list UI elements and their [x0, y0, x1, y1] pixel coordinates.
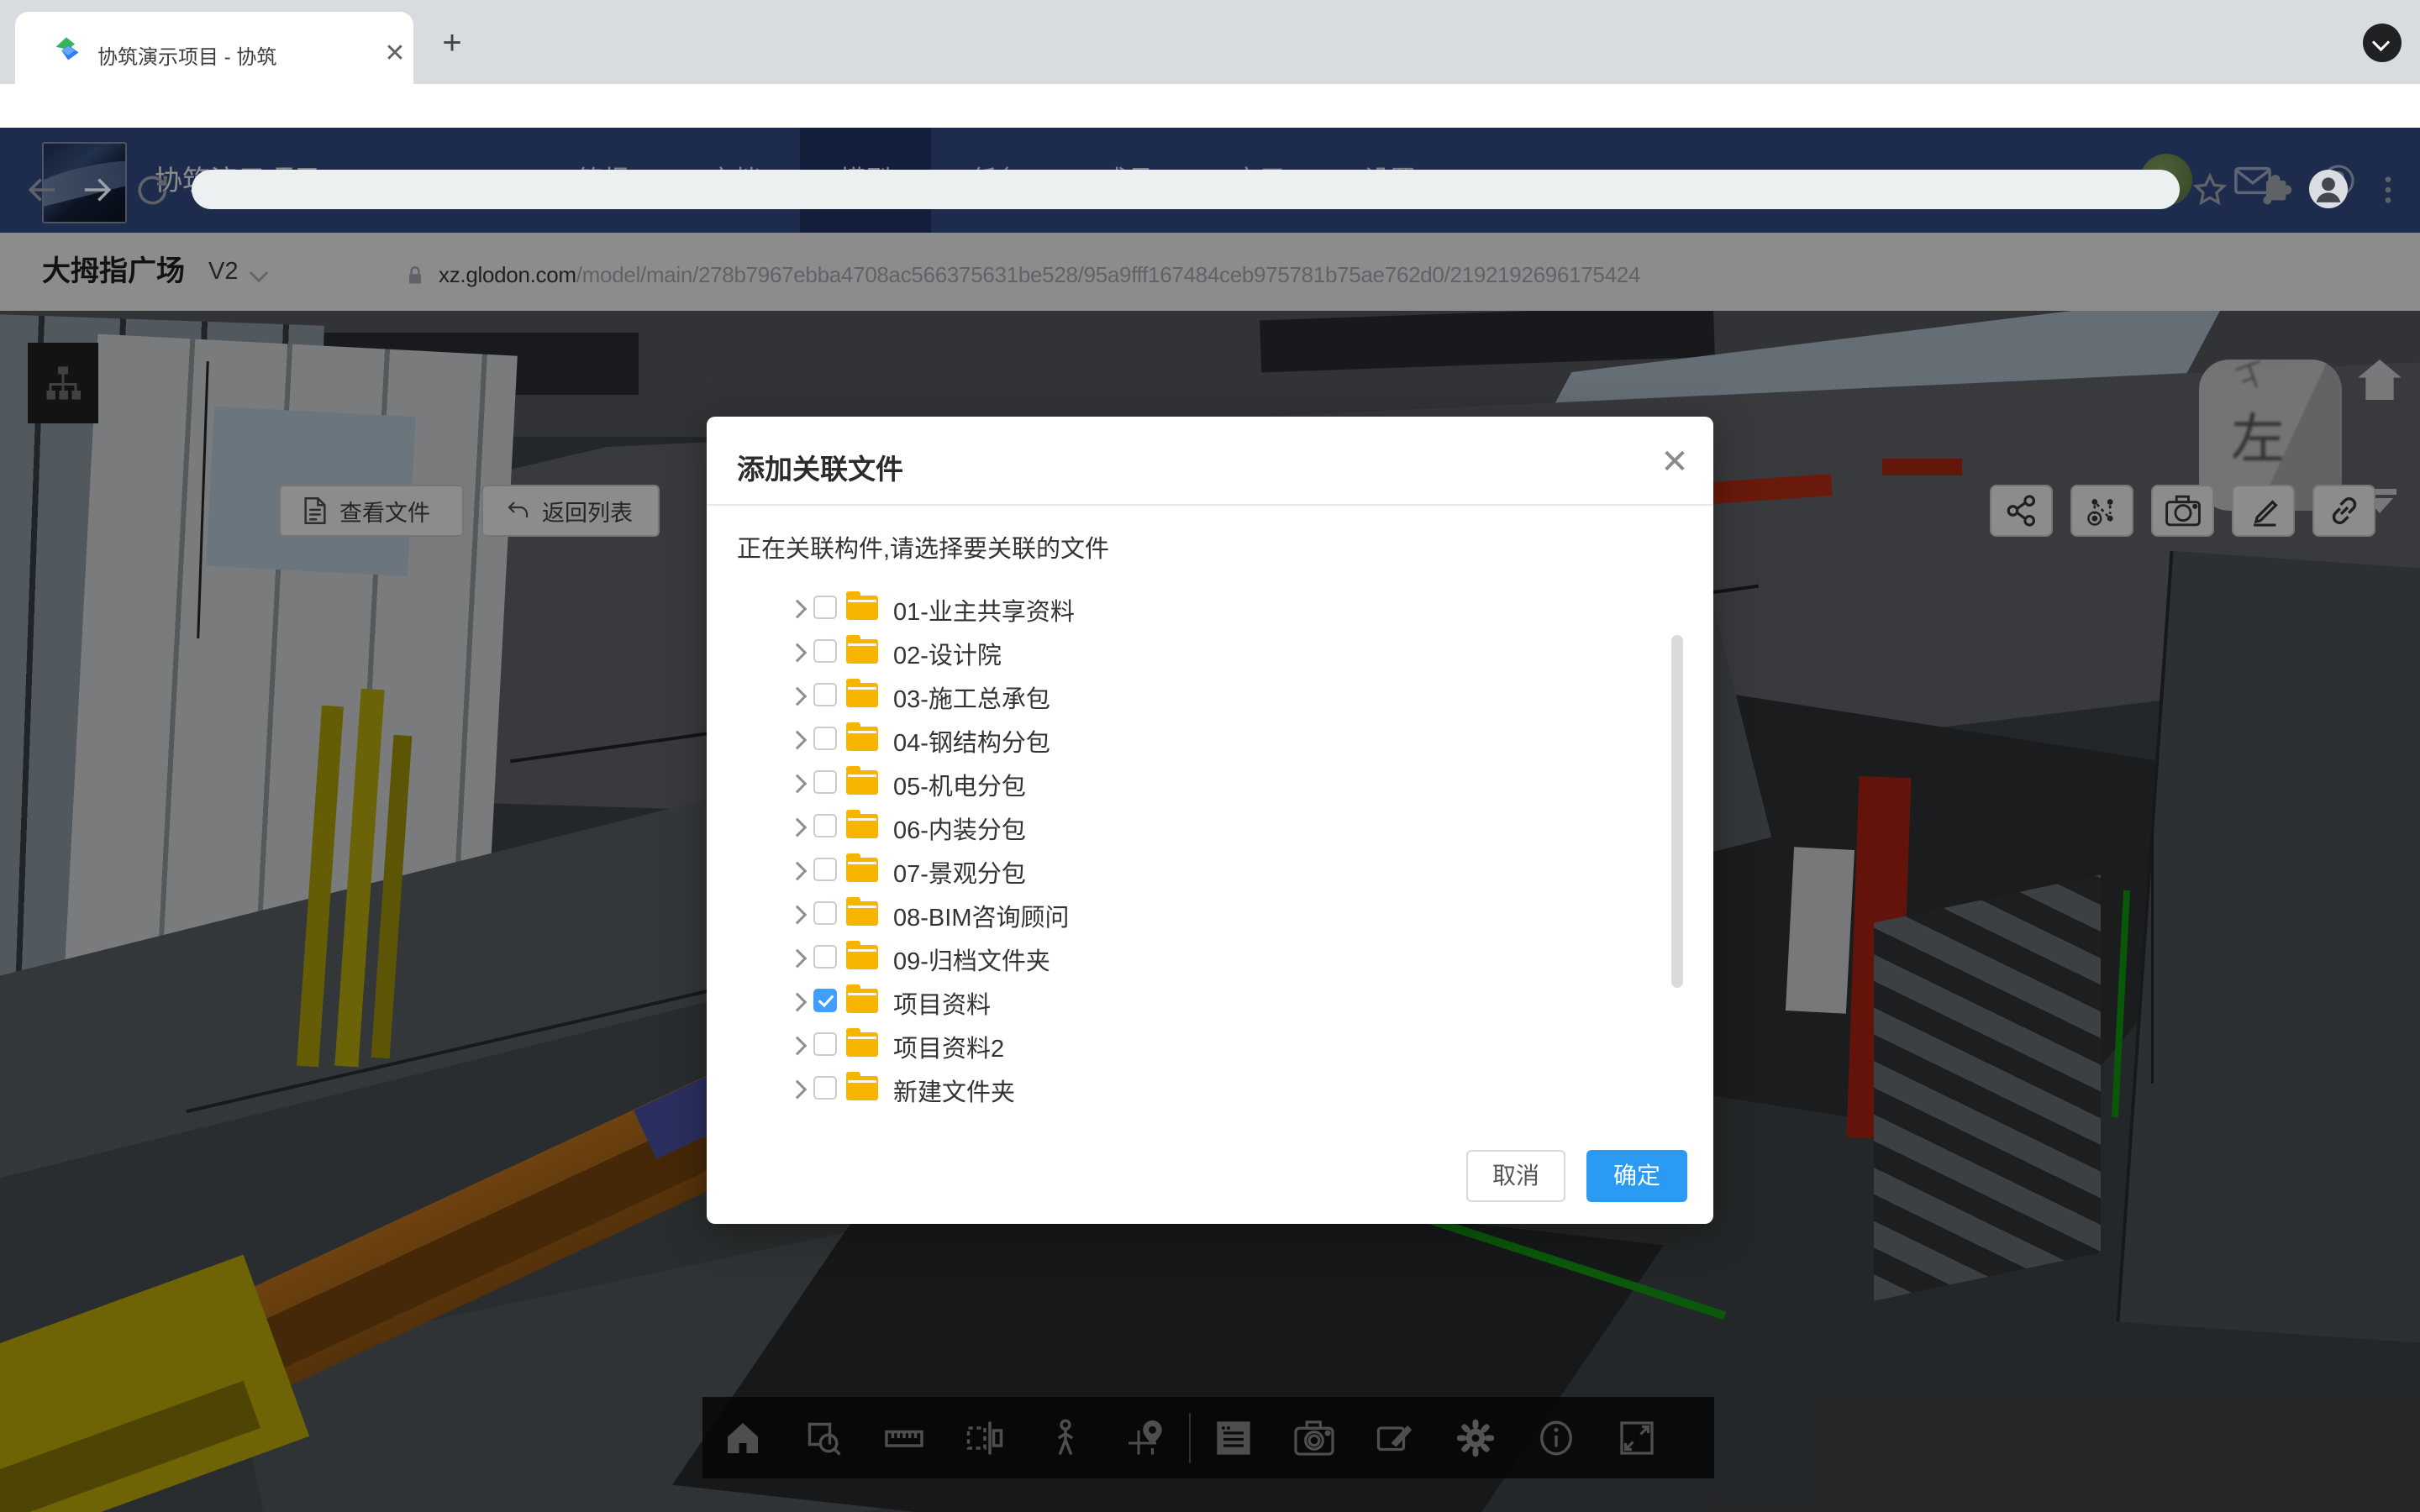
- expand-chevron-icon[interactable]: [788, 862, 808, 881]
- checkbox[interactable]: [813, 989, 837, 1012]
- checkbox[interactable]: [813, 639, 837, 663]
- expand-chevron-icon[interactable]: [788, 949, 808, 969]
- browser-tab[interactable]: 协筑演示项目 - 协筑 ✕: [15, 12, 413, 84]
- url-domain: xz.glodon.com: [439, 262, 576, 287]
- expand-chevron-icon[interactable]: [788, 774, 808, 794]
- tree-row[interactable]: 01-业主共享资料: [707, 586, 1713, 630]
- add-linked-file-dialog: 添加关联文件 ✕ 正在关联构件,请选择要关联的文件 01-业主共享资料 02-设…: [707, 417, 1713, 1224]
- folder-icon: [846, 945, 878, 969]
- new-tab-button[interactable]: +: [432, 24, 472, 64]
- checkbox[interactable]: [813, 1076, 837, 1100]
- tree-row[interactable]: 06-内装分包: [707, 805, 1713, 848]
- checkbox[interactable]: [813, 770, 837, 794]
- folder-icon: [846, 770, 878, 795]
- checkbox[interactable]: [813, 814, 837, 837]
- folder-label[interactable]: 08-BIM咨询顾问: [893, 898, 1069, 933]
- bookmark-star-icon[interactable]: [2191, 171, 2228, 208]
- checkbox[interactable]: [813, 901, 837, 925]
- checkbox[interactable]: [813, 945, 837, 969]
- url-path: /model/main/278b7967ebba4708ac566375631b…: [576, 262, 1640, 287]
- tree-row[interactable]: 03-施工总承包: [707, 674, 1713, 717]
- expand-chevron-icon[interactable]: [788, 1037, 808, 1056]
- folder-label[interactable]: 09-归档文件夹: [893, 942, 1050, 977]
- checkbox[interactable]: [813, 683, 837, 706]
- folder-icon: [846, 814, 878, 838]
- tree-row[interactable]: 02-设计院: [707, 630, 1713, 674]
- folder-label[interactable]: 07-景观分包: [893, 854, 1026, 890]
- forward-icon[interactable]: [79, 171, 116, 208]
- checkbox[interactable]: [813, 727, 837, 750]
- folder-label[interactable]: 02-设计院: [893, 636, 1002, 671]
- cancel-button[interactable]: 取消: [1466, 1150, 1565, 1202]
- tab-title: 协筑演示项目 - 协筑: [97, 40, 276, 70]
- checkbox[interactable]: [813, 858, 837, 881]
- folder-icon: [846, 727, 878, 751]
- tab-search-button[interactable]: [2363, 24, 2402, 62]
- expand-chevron-icon[interactable]: [788, 1080, 808, 1100]
- expand-chevron-icon[interactable]: [788, 643, 808, 663]
- folder-icon: [846, 989, 878, 1013]
- folder-icon: [846, 1032, 878, 1057]
- refresh-icon[interactable]: [133, 171, 170, 208]
- folder-label[interactable]: 项目资料2: [893, 1029, 1004, 1064]
- expand-chevron-icon[interactable]: [788, 993, 808, 1012]
- back-icon[interactable]: [24, 171, 60, 208]
- tab-close-icon[interactable]: ✕: [378, 37, 412, 71]
- folder-label[interactable]: 05-机电分包: [893, 767, 1026, 802]
- expand-chevron-icon[interactable]: [788, 818, 808, 837]
- folder-icon: [846, 639, 878, 664]
- dialog-divider: [707, 504, 1713, 506]
- checkbox[interactable]: [813, 596, 837, 619]
- expand-chevron-icon[interactable]: [788, 731, 808, 750]
- folder-icon: [846, 683, 878, 707]
- tree-row[interactable]: 09-归档文件夹: [707, 936, 1713, 979]
- folder-icon: [846, 1076, 878, 1100]
- tree-row[interactable]: 项目资料2: [707, 1023, 1713, 1067]
- dialog-close-icon[interactable]: ✕: [1655, 442, 1695, 482]
- expand-chevron-icon[interactable]: [788, 906, 808, 925]
- folder-label[interactable]: 04-钢结构分包: [893, 723, 1050, 759]
- tree-row[interactable]: 08-BIM咨询顾问: [707, 892, 1713, 936]
- browser-menu-kebab-icon[interactable]: [2370, 171, 2407, 208]
- folder-label[interactable]: 新建文件夹: [893, 1073, 1015, 1108]
- tree-row[interactable]: 新建文件夹: [707, 1067, 1713, 1110]
- tree-row[interactable]: 05-机电分包: [707, 761, 1713, 805]
- expand-chevron-icon[interactable]: [788, 600, 808, 619]
- extensions-puzzle-icon[interactable]: [2257, 171, 2294, 208]
- folder-icon: [846, 901, 878, 926]
- xiezhu-favicon-icon: [52, 34, 82, 64]
- checkbox[interactable]: [813, 1032, 837, 1056]
- folder-label[interactable]: 01-业主共享资料: [893, 592, 1075, 627]
- tree-row[interactable]: 项目资料: [707, 979, 1713, 1023]
- dialog-subtitle: 正在关联构件,请选择要关联的文件: [737, 529, 1109, 564]
- tree-scrollbar[interactable]: [1671, 635, 1683, 988]
- folder-icon: [846, 858, 878, 882]
- url-bar[interactable]: xz.glodon.com/model/main/278b7967ebba470…: [192, 170, 2180, 209]
- folder-label[interactable]: 项目资料: [893, 985, 991, 1021]
- browser-tab-strip: 协筑演示项目 - 协筑 ✕ +: [0, 0, 2420, 84]
- tree-row[interactable]: 04-钢结构分包: [707, 717, 1713, 761]
- folder-label[interactable]: 03-施工总承包: [893, 680, 1050, 715]
- screen: 协筑演示项目 - 协筑 ✕ + xz.glodon.com/model/main…: [0, 0, 2420, 1512]
- folder-label[interactable]: 06-内装分包: [893, 811, 1026, 846]
- url-text: xz.glodon.com/model/main/278b7967ebba470…: [439, 262, 1640, 288]
- confirm-button[interactable]: 确定: [1586, 1150, 1687, 1202]
- tree-row[interactable]: 07-景观分包: [707, 848, 1713, 892]
- lock-icon: [403, 264, 427, 287]
- browser-toolbar: xz.glodon.com/model/main/278b7967ebba470…: [0, 84, 2420, 128]
- browser-profile-avatar[interactable]: [2309, 170, 2348, 208]
- dialog-title: 添加关联文件: [737, 447, 903, 487]
- folder-icon: [846, 596, 878, 620]
- folder-tree: 01-业主共享资料 02-设计院 03-施工总承包 04-钢结构分包 05-机电…: [707, 586, 1713, 1124]
- expand-chevron-icon[interactable]: [788, 687, 808, 706]
